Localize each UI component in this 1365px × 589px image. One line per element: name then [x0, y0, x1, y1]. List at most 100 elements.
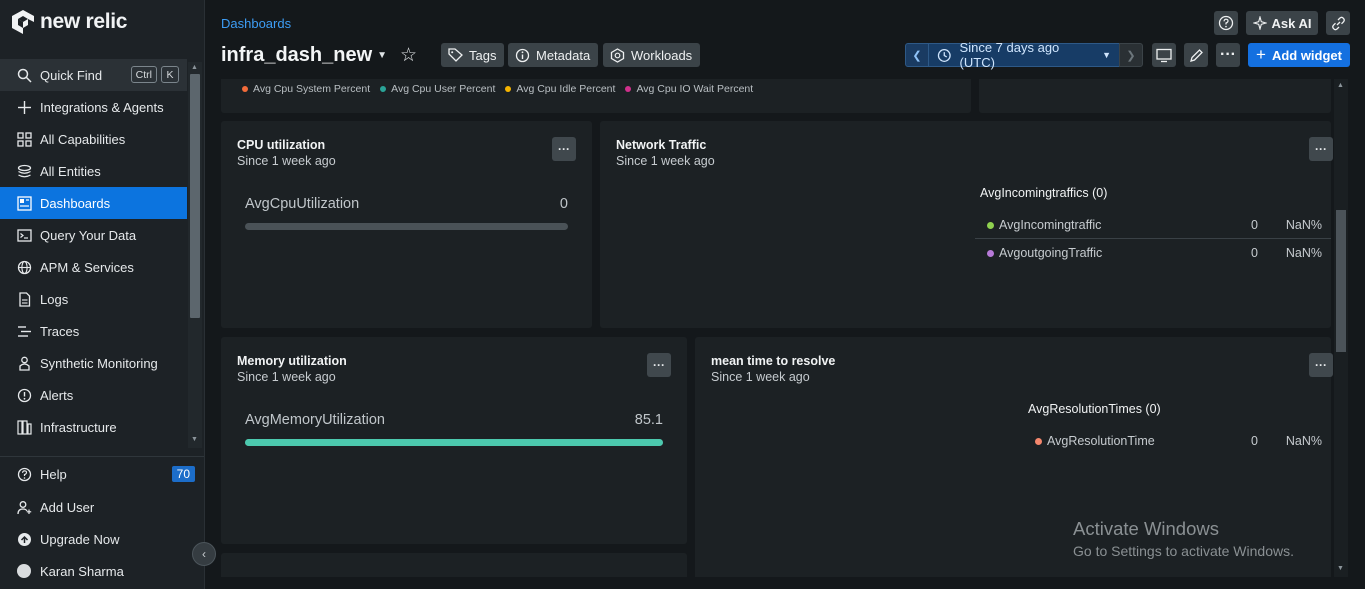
ellipsis-icon: ···	[1315, 142, 1327, 156]
chevron-right-icon: ❯	[1126, 49, 1136, 62]
time-range-selector[interactable]: Since 7 days ago (UTC) ▼	[929, 40, 1119, 70]
sidebar-item-help[interactable]: Help 70	[0, 458, 204, 490]
network-traffic-widget: Network Traffic Since 1 week ago ··· Avg…	[600, 121, 1333, 328]
ask-ai-button[interactable]: Ask AI	[1246, 11, 1318, 35]
sidebar-item-user-profile[interactable]: Karan Sharma	[0, 555, 180, 587]
main-scroll-thumb[interactable]	[1336, 210, 1346, 352]
monitor-icon	[1156, 48, 1172, 62]
sidebar-item-upgrade-now[interactable]: Upgrade Now	[0, 523, 180, 555]
sidebar-item-label: Integrations & Agents	[40, 99, 164, 115]
tags-button[interactable]: Tags	[441, 43, 505, 67]
widget-menu-button[interactable]: ···	[1309, 137, 1333, 161]
widget-menu-button[interactable]: ···	[1309, 353, 1333, 377]
new-relic-logo-icon	[12, 10, 34, 34]
sidebar-item-query-your-data[interactable]: Query Your Data	[0, 219, 187, 251]
tv-mode-button[interactable]	[1152, 43, 1176, 67]
legend-value: 0	[1251, 246, 1258, 260]
widget-menu-button[interactable]: ···	[647, 353, 671, 377]
sidebar-item-dashboards[interactable]: Dashboards	[0, 187, 187, 219]
collapse-sidebar-button[interactable]: ‹	[192, 542, 216, 566]
widget-subtitle: Since 1 week ago	[237, 370, 336, 384]
layers-icon	[15, 162, 33, 180]
dashboard-title[interactable]: infra_dash_new ▼	[221, 44, 387, 67]
workloads-label: Workloads	[631, 47, 693, 63]
help-circle-icon	[1218, 15, 1234, 31]
sidebar-item-alerts[interactable]: Alerts	[0, 379, 187, 411]
ellipsis-icon: ···	[1220, 46, 1236, 63]
previous-period-button[interactable]: ❮	[905, 43, 929, 67]
scroll-down-arrow-icon[interactable]: ▼	[191, 436, 198, 443]
share-link-button[interactable]	[1326, 11, 1350, 35]
sidebar-item-add-user[interactable]: Add User	[0, 491, 204, 523]
avatar	[17, 564, 31, 578]
sidebar-item-quick-find[interactable]: Quick Find Ctrl K	[0, 59, 187, 91]
partial-widget	[221, 553, 687, 577]
legend-label: AvgIncomingtraffic	[999, 218, 1102, 232]
metric-bar	[245, 439, 663, 446]
legend-divider	[975, 238, 1331, 239]
help-button[interactable]	[1214, 11, 1238, 35]
chevron-down-icon: ▼	[1102, 50, 1111, 60]
legend-percent: NaN%	[1285, 218, 1322, 232]
sidebar-item-traces[interactable]: Traces	[0, 315, 187, 347]
sidebar-item-integrations[interactable]: Integrations & Agents	[0, 91, 187, 123]
widget-subtitle: Since 1 week ago	[237, 154, 336, 168]
activation-watermark-text: Go to Settings to activate Windows.	[1073, 543, 1294, 559]
kbd-k: K	[161, 66, 179, 83]
tag-icon	[448, 48, 463, 62]
sidebar-item-synthetic-monitoring[interactable]: Synthetic Monitoring	[0, 347, 187, 379]
ellipsis-icon: ···	[1315, 358, 1327, 372]
app-root: new relic Quick Find Ctrl K Integrations…	[0, 0, 1365, 589]
edit-button[interactable]	[1184, 43, 1208, 67]
pencil-icon	[1189, 48, 1203, 62]
widget-subtitle: Since 1 week ago	[711, 370, 810, 384]
kbd-ctrl: Ctrl	[130, 66, 157, 83]
globe-icon	[15, 258, 33, 276]
legend-item[interactable]: Avg Cpu User Percent	[380, 83, 495, 95]
metadata-button[interactable]: Metadata	[508, 43, 599, 67]
sidebar-item-infrastructure[interactable]: Infrastructure	[0, 411, 187, 443]
sidebar-item-label: Logs	[40, 291, 69, 307]
scroll-up-arrow-icon[interactable]: ▲	[191, 64, 198, 71]
plus-icon: +	[1256, 45, 1266, 64]
sidebar-item-label: Dashboards	[40, 195, 111, 211]
breadcrumb[interactable]: Dashboards	[221, 16, 291, 31]
sidebar-item-all-entities[interactable]: All Entities	[0, 155, 187, 187]
metric-label: AvgCpuUtilization	[245, 196, 360, 212]
sidebar-item-apm-services[interactable]: APM & Services	[0, 251, 187, 283]
alert-icon	[15, 386, 33, 404]
time-picker: ❮ Since 7 days ago (UTC) ▼ ❯	[905, 40, 1143, 70]
scroll-down-arrow-icon[interactable]: ▼	[1337, 565, 1344, 572]
widget-menu-button[interactable]: ···	[552, 137, 576, 161]
workloads-button[interactable]: Workloads	[603, 43, 701, 67]
activation-watermark-title: Activate Windows	[1073, 518, 1219, 539]
link-icon	[1331, 16, 1345, 30]
legend-percent: NaN%	[1285, 246, 1322, 260]
brand-logo[interactable]: new relic	[12, 10, 127, 34]
time-range-label: Since 7 days ago (UTC)	[959, 40, 1060, 70]
info-icon	[515, 48, 530, 62]
next-period-button[interactable]: ❯	[1119, 43, 1143, 67]
sidebar-item-label: Help	[40, 466, 67, 482]
sidebar-item-label: All Entities	[40, 163, 101, 179]
legend-item[interactable]: Avg Cpu System Percent	[242, 83, 370, 95]
legend-row[interactable]: AvgIncomingtraffic	[987, 218, 1101, 232]
legend-item[interactable]: Avg Cpu Idle Percent	[505, 83, 615, 95]
workloads-icon	[610, 47, 625, 63]
legend-label: AvgoutgoingTraffic	[999, 246, 1103, 260]
scroll-up-arrow-icon[interactable]: ▲	[1337, 82, 1344, 89]
legend-row[interactable]: AvgoutgoingTraffic	[987, 246, 1102, 260]
add-widget-button[interactable]: + Add widget	[1248, 43, 1350, 67]
sidebar-item-all-capabilities[interactable]: All Capabilities	[0, 123, 187, 155]
more-options-button[interactable]: ···	[1216, 43, 1240, 67]
legend-item[interactable]: Avg Cpu IO Wait Percent	[625, 83, 753, 95]
robot-icon	[15, 354, 33, 372]
legend-label: Avg Cpu System Percent	[253, 83, 371, 95]
legend-row[interactable]: AvgResolutionTime	[1035, 434, 1155, 448]
widget-title: Network Traffic	[616, 138, 707, 152]
sidebar-item-logs[interactable]: Logs	[0, 283, 187, 315]
sidebar: new relic Quick Find Ctrl K Integrations…	[0, 0, 205, 589]
favorite-star-icon[interactable]: ☆	[400, 44, 417, 67]
sidebar-scroll-thumb[interactable]	[190, 74, 200, 318]
add-widget-label: Add widget	[1271, 47, 1342, 63]
